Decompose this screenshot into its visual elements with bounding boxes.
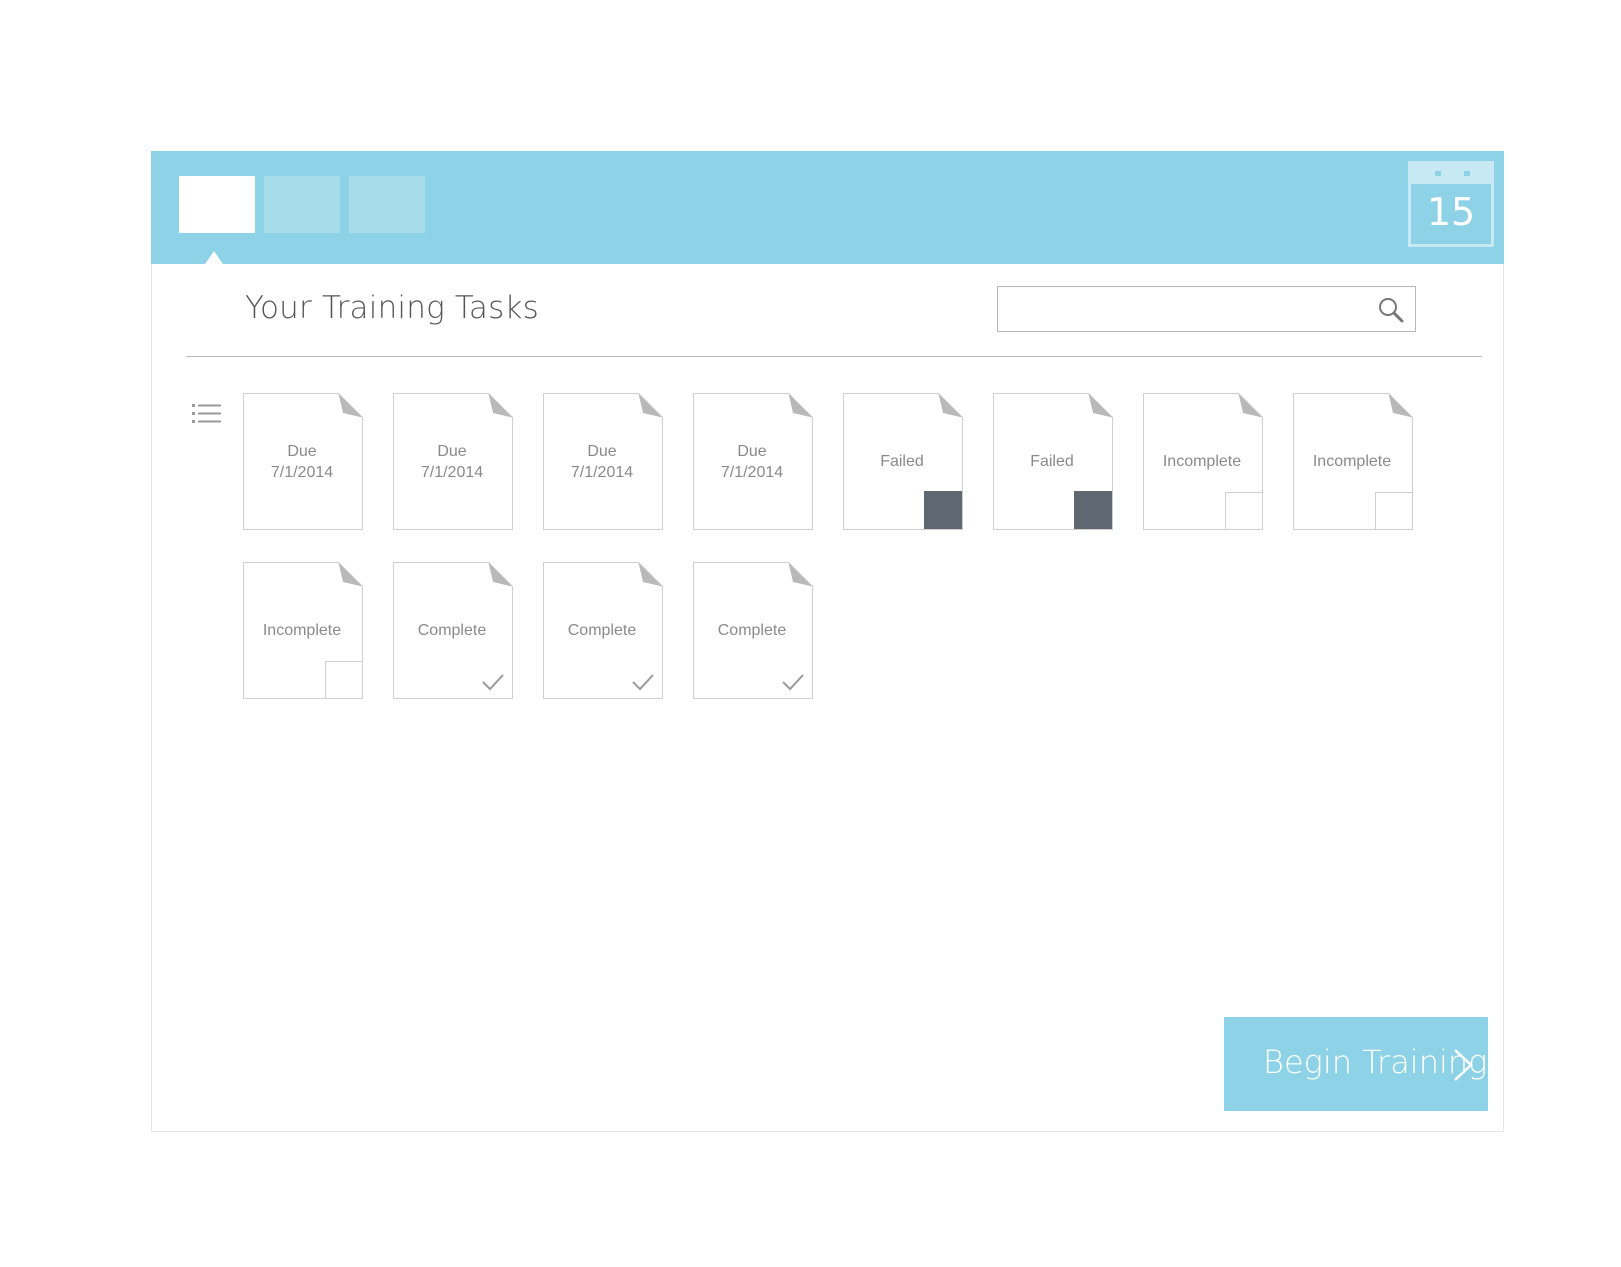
task-status-label: Failed	[1030, 453, 1074, 470]
calendar-ring	[1464, 171, 1470, 176]
task-card-complete[interactable]: Complete	[543, 562, 663, 699]
calendar-day: 15	[1426, 190, 1476, 234]
search-icon[interactable]	[1377, 296, 1405, 324]
chevron-right-icon	[1454, 1049, 1473, 1081]
task-card-due[interactable]: Due 7/1/2014	[393, 393, 513, 530]
incomplete-marker	[325, 661, 362, 698]
task-status-label: Due 7/1/2014	[243, 441, 361, 483]
task-status-label: Due 7/1/2014	[543, 441, 661, 483]
task-status-label: Complete	[567, 622, 637, 639]
task-status-label: Complete	[417, 622, 487, 639]
checkmark-icon	[482, 674, 504, 691]
task-card-due[interactable]: Due 7/1/2014	[243, 393, 363, 530]
task-status-text: Due	[587, 443, 617, 460]
task-due-date: 7/1/2014	[720, 464, 784, 481]
active-tab-pointer	[205, 251, 223, 264]
search-box[interactable]	[997, 286, 1416, 332]
task-due-date: 7/1/2014	[420, 464, 484, 481]
header-divider	[186, 356, 1482, 357]
top-bar: 15	[151, 151, 1504, 264]
begin-training-button[interactable]: Begin Training	[1224, 1017, 1488, 1111]
task-card-failed[interactable]: Failed	[843, 393, 963, 530]
task-status-text: Due	[437, 443, 467, 460]
task-card-incomplete[interactable]: Incomplete	[1293, 393, 1413, 530]
task-due-date: 7/1/2014	[570, 464, 634, 481]
task-status-text: Due	[737, 443, 767, 460]
failed-marker	[1074, 491, 1112, 529]
task-card-due[interactable]: Due 7/1/2014	[543, 393, 663, 530]
task-status-label: Incomplete	[262, 622, 342, 639]
task-card-complete[interactable]: Complete	[693, 562, 813, 699]
task-status-label: Due 7/1/2014	[393, 441, 511, 483]
task-status-label: Due 7/1/2014	[693, 441, 811, 483]
task-status-label: Incomplete	[1312, 453, 1392, 470]
page-title: Your Training Tasks	[245, 290, 539, 326]
search-input[interactable]	[1006, 293, 1370, 327]
task-due-date: 7/1/2014	[270, 464, 334, 481]
tab-1[interactable]	[179, 176, 255, 233]
tab-3[interactable]	[349, 176, 425, 233]
calendar-ring	[1435, 171, 1441, 176]
tab-2[interactable]	[264, 176, 340, 233]
task-status-text: Due	[287, 443, 317, 460]
list-icon[interactable]	[192, 402, 222, 426]
incomplete-marker	[1225, 492, 1262, 529]
failed-marker	[924, 491, 962, 529]
incomplete-marker	[1375, 492, 1412, 529]
task-card-complete[interactable]: Complete	[393, 562, 513, 699]
checkmark-icon	[782, 674, 804, 691]
task-card-failed[interactable]: Failed	[993, 393, 1113, 530]
task-card-incomplete[interactable]: Incomplete	[243, 562, 363, 699]
task-status-label: Incomplete	[1162, 453, 1242, 470]
checkmark-icon	[632, 674, 654, 691]
calendar-header	[1411, 164, 1491, 184]
task-status-label: Failed	[880, 453, 924, 470]
task-status-label: Complete	[717, 622, 787, 639]
task-card-due[interactable]: Due 7/1/2014	[693, 393, 813, 530]
task-card-incomplete[interactable]: Incomplete	[1143, 393, 1263, 530]
calendar-icon[interactable]: 15	[1408, 161, 1494, 247]
